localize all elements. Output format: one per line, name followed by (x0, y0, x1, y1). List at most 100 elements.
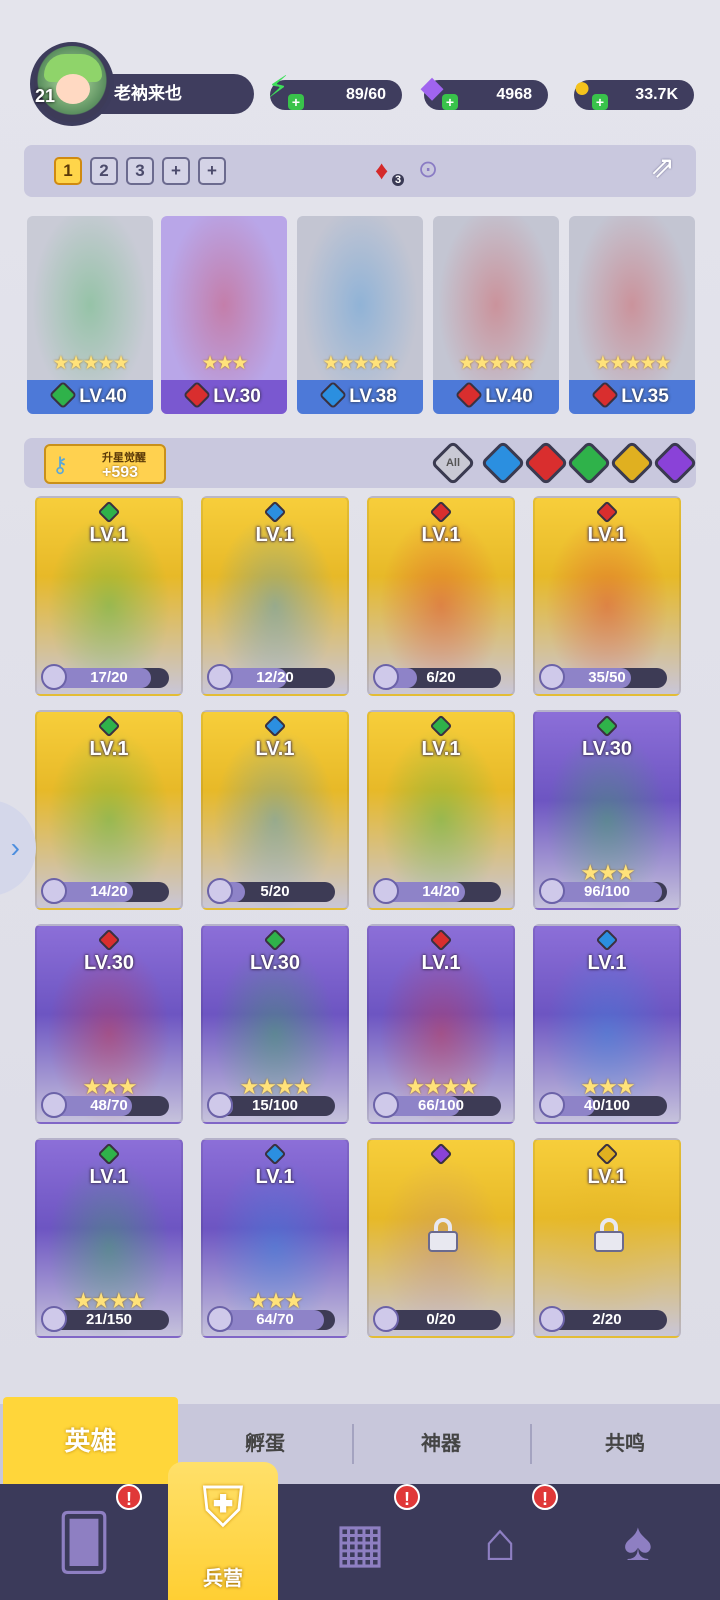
player-level: 21 (34, 86, 56, 106)
hero-level: LV.1 (255, 524, 295, 546)
hero-card[interactable]: LV.1 ★★★★ 21/150 (35, 1138, 183, 1338)
shard-icon (539, 1306, 565, 1332)
add-gems-icon[interactable]: + (442, 94, 458, 110)
hero-card[interactable]: LV.1 35/50 (533, 496, 681, 696)
hero-card[interactable]: LV.30 ★★★★ 15/100 (201, 924, 349, 1124)
team-hero-card[interactable]: ★★★★★ LV.38 (297, 216, 423, 414)
add-team-slot[interactable]: + (162, 157, 190, 185)
shard-progress-bar: 21/150 (49, 1310, 169, 1330)
hero-card[interactable]: LV.1 ★★★ 40/100 (533, 924, 681, 1124)
gold-display[interactable]: ● + 33.7K (573, 73, 694, 110)
team-slot-1[interactable]: 1 (54, 157, 82, 185)
wind-element-icon (49, 380, 78, 410)
shard-progress-bar: 0/20 (381, 1310, 501, 1330)
team-hero-card[interactable]: ★★★ LV.30 (161, 216, 287, 414)
nav-barracks[interactable]: ⛨ 兵营 (168, 1462, 278, 1600)
team-bar: 1 2 3 + + (24, 145, 696, 197)
hero-level: LV.1 (421, 952, 461, 974)
shard-progress-text: 14/20 (422, 883, 460, 900)
hero-card[interactable]: LV.1 12/20 (201, 496, 349, 696)
expand-arrow-button[interactable]: › (0, 800, 36, 896)
star-awaken-button[interactable]: ⚷ 升星觉醒 +593 (44, 444, 166, 484)
team-hero-card[interactable]: ★★★★★ LV.40 (433, 216, 559, 414)
shard-icon (41, 1092, 67, 1118)
hero-card[interactable]: LV.1 6/20 (367, 496, 515, 696)
hero-level: LV.38 (349, 386, 397, 407)
hero-card[interactable]: LV.1 14/20 (35, 710, 183, 910)
add-team-slot[interactable]: + (198, 157, 226, 185)
gold-value: 33.7K (635, 86, 678, 103)
shard-progress-bar: 40/100 (547, 1096, 667, 1116)
hero-level: LV.30 (581, 738, 633, 760)
hero-stars: ★★★ (201, 353, 248, 374)
shard-progress-bar: 48/70 (49, 1096, 169, 1116)
hero-card[interactable]: LV.1 5/20 (201, 710, 349, 910)
hero-level: LV.30 (213, 386, 261, 407)
hero-level: LV.40 (79, 386, 127, 407)
hero-level: LV.30 (249, 952, 301, 974)
nav-cards[interactable]: 🂠 (40, 1496, 128, 1588)
cards-icon: 🂠 (56, 1512, 112, 1573)
player-name: 老衲来也 (114, 84, 182, 103)
shard-progress-text: 14/20 (90, 883, 128, 900)
shard-progress-bar: 66/100 (381, 1096, 501, 1116)
hero-level: LV.1 (255, 1166, 295, 1188)
hero-level-bar: LV.35 (569, 380, 695, 414)
gems-display[interactable]: ◆ + 4968 (420, 73, 548, 110)
nav-castle[interactable]: ⌂ (456, 1496, 544, 1588)
tab-heroes[interactable]: 英雄 (3, 1397, 178, 1485)
hero-card[interactable]: LV.1 2/20 (533, 1138, 681, 1338)
hero-level: LV.30 (83, 952, 135, 974)
tab-artifacts[interactable]: 神器 (354, 1404, 528, 1484)
hero-level: LV.1 (587, 952, 627, 974)
hero-card[interactable]: LV.1 14/20 (367, 710, 515, 910)
barracks-icon: ⛨ (202, 1475, 244, 1538)
shard-progress-bar: 14/20 (381, 882, 501, 902)
hero-level: LV.1 (89, 1166, 129, 1188)
shard-progress-text: 40/100 (584, 1097, 630, 1114)
nav-barracks-label: 兵营 (203, 1568, 243, 1590)
team-hero-card[interactable]: ★★★★★ LV.35 (569, 216, 695, 414)
alert-badge: ! (394, 1484, 420, 1510)
nav-mushroom[interactable]: ♠ (594, 1496, 682, 1588)
player-avatar[interactable] (30, 42, 114, 126)
fire-element-icon (591, 380, 620, 410)
add-energy-icon[interactable]: + (288, 94, 304, 110)
team-slot-3[interactable]: 3 (126, 157, 154, 185)
player-name-bar[interactable]: 老衲来也 (96, 74, 254, 114)
team-hero-card[interactable]: ★★★★★ LV.40 (27, 216, 153, 414)
hero-card[interactable]: LV.1 17/20 (35, 496, 183, 696)
shard-progress-text: 12/20 (256, 669, 294, 686)
team-slot-2[interactable]: 2 (90, 157, 118, 185)
shard-icon (207, 664, 233, 690)
alert-badge: ! (116, 1484, 142, 1510)
shard-progress-text: 15/100 (252, 1097, 298, 1114)
hero-card[interactable]: 0/20 (367, 1138, 515, 1338)
shard-progress-bar: 64/70 (215, 1310, 335, 1330)
shard-icon (373, 1092, 399, 1118)
search-icon[interactable]: ⊙ (418, 155, 438, 184)
shard-progress-text: 2/20 (592, 1311, 622, 1328)
shard-icon (207, 1306, 233, 1332)
hero-card[interactable]: LV.30 ★★★ 96/100 (533, 710, 681, 910)
hero-level-bar: LV.40 (27, 380, 153, 414)
share-icon[interactable]: ⇗ (650, 150, 690, 190)
hero-stars: ★★★★★ (322, 353, 399, 374)
add-gold-icon[interactable]: + (592, 94, 608, 110)
nav-map[interactable]: ▦ (316, 1496, 404, 1588)
shard-icon (373, 878, 399, 904)
shard-progress-text: 96/100 (584, 883, 630, 900)
hero-level: LV.1 (255, 738, 295, 760)
awaken-value: +593 (102, 464, 139, 481)
hero-card[interactable]: LV.1 ★★★★ 66/100 (367, 924, 515, 1124)
hero-card[interactable]: LV.1 ★★★ 64/70 (201, 1138, 349, 1338)
tab-resonance[interactable]: 共鸣 (532, 1404, 718, 1484)
energy-display[interactable]: ⚡ + 89/60 (267, 73, 402, 110)
shard-progress-text: 21/150 (86, 1311, 132, 1328)
awaken-label: 升星觉醒 (102, 452, 146, 464)
hero-stars: ★★★★★ (458, 353, 535, 374)
fire-element-icon (455, 380, 484, 410)
hero-card[interactable]: LV.30 ★★★ 48/70 (35, 924, 183, 1124)
fire-element-icon (183, 380, 212, 410)
shard-icon (373, 1306, 399, 1332)
